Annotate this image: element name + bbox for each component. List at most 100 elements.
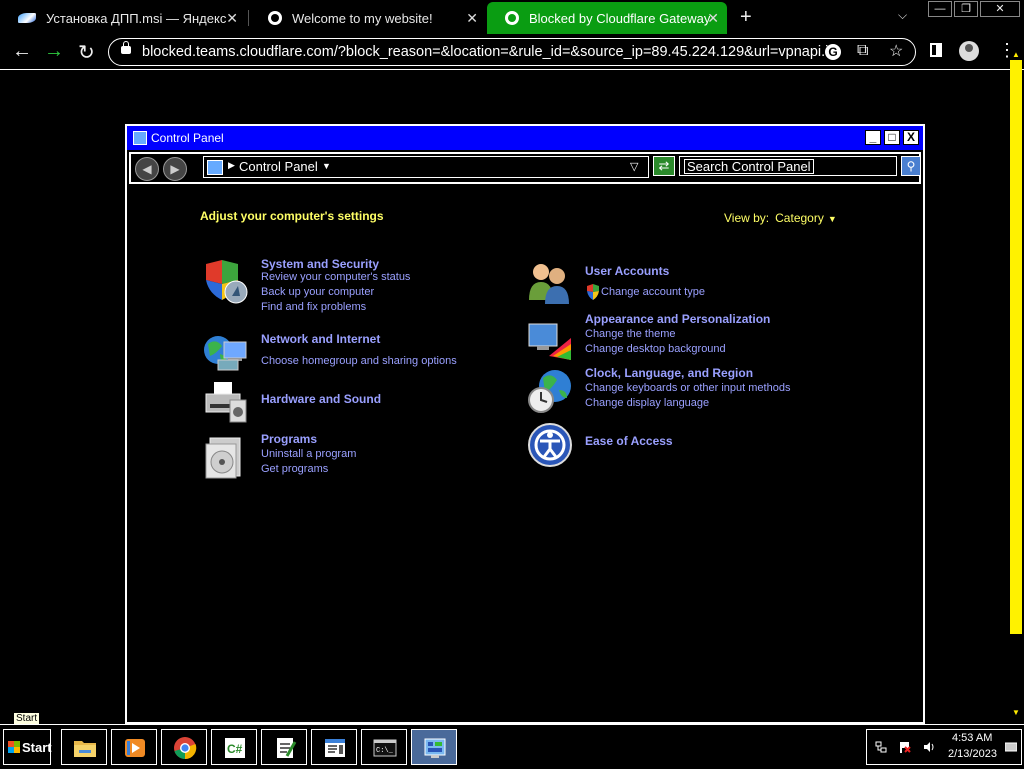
taskbar-notepad[interactable] bbox=[261, 729, 307, 765]
browser-toolbar: ← → ↻ blocked.teams.cloudflare.com/?bloc… bbox=[0, 34, 1024, 70]
scroll-down-arrow-icon[interactable]: ▼ bbox=[1012, 708, 1020, 717]
tab-search-chevron-icon[interactable]: ⌵ bbox=[898, 8, 907, 23]
link-get-programs[interactable]: Get programs bbox=[261, 463, 328, 475]
action-center-flag-icon[interactable] bbox=[899, 741, 911, 753]
link-change-theme[interactable]: Change the theme bbox=[585, 328, 676, 340]
google-icon[interactable]: G bbox=[825, 44, 841, 60]
taskbar-cmd[interactable]: C:\_ bbox=[361, 729, 407, 765]
programs-icon[interactable] bbox=[202, 434, 248, 480]
side-panel-icon[interactable] bbox=[930, 43, 942, 57]
cmd-icon: C:\_ bbox=[373, 739, 397, 757]
cp-maximize-button[interactable]: □ bbox=[884, 130, 900, 145]
category-hardware-and-sound[interactable]: Hardware and Sound bbox=[261, 392, 381, 406]
search-placeholder: Search Control Panel bbox=[684, 159, 814, 174]
yandex-disk-icon bbox=[18, 13, 36, 23]
profile-avatar-icon[interactable] bbox=[959, 41, 979, 61]
share-icon[interactable]: ⧉ bbox=[857, 42, 868, 60]
browser-tab-bar: Установка ДПП.msi — Яндекс.Д ✕ Welcome t… bbox=[0, 0, 1024, 34]
control-panel-navbar: ◀ ▶ ▶ Control Panel ▼ ▽ ⇄ Search Control… bbox=[129, 152, 921, 184]
link-change-desktop-background[interactable]: Change desktop background bbox=[585, 343, 726, 355]
breadcrumb[interactable]: ▶ Control Panel ▼ ▽ bbox=[203, 156, 649, 178]
restore-window-button[interactable]: ❐ bbox=[954, 1, 978, 17]
taskbar-chrome[interactable] bbox=[161, 729, 207, 765]
refresh-icon[interactable]: ⇄ bbox=[653, 156, 675, 176]
category-ease-of-access[interactable]: Ease of Access bbox=[585, 434, 673, 448]
reader-icon bbox=[325, 739, 345, 757]
network-icon[interactable] bbox=[875, 741, 887, 753]
search-input[interactable]: Search Control Panel bbox=[679, 156, 897, 176]
address-history-chevron-icon[interactable]: ▽ bbox=[630, 160, 638, 173]
search-icon[interactable]: ⚲ bbox=[901, 156, 921, 176]
clock-date[interactable]: 2/13/2023 bbox=[948, 748, 997, 760]
taskbar-csharp[interactable]: C# bbox=[211, 729, 257, 765]
category-appearance-personalization[interactable]: Appearance and Personalization bbox=[585, 312, 770, 326]
page-title: Adjust your computer's settings bbox=[200, 209, 384, 223]
monitor-palette-icon[interactable] bbox=[527, 320, 573, 366]
close-window-button[interactable]: ✕ bbox=[980, 1, 1020, 17]
breadcrumb-control-panel[interactable]: Control Panel bbox=[239, 159, 318, 174]
view-by-control[interactable]: View by: Category ▼ bbox=[724, 211, 837, 225]
forward-arrow-icon[interactable]: → bbox=[44, 40, 64, 63]
volume-icon[interactable] bbox=[923, 741, 935, 753]
category-user-accounts[interactable]: User Accounts bbox=[585, 264, 669, 278]
close-tab-icon[interactable]: ✕ bbox=[226, 10, 238, 27]
reload-icon[interactable]: ↻ bbox=[78, 40, 95, 65]
chevron-down-icon[interactable]: ▼ bbox=[828, 214, 837, 224]
close-tab-icon[interactable]: ✕ bbox=[466, 10, 478, 27]
control-panel-window: Control Panel _ □ X ◀ ▶ ▶ Control Panel … bbox=[125, 124, 925, 724]
clock-globe-icon[interactable] bbox=[527, 368, 573, 414]
shield-icon[interactable] bbox=[202, 258, 248, 304]
network-globe-icon[interactable] bbox=[202, 330, 248, 376]
tab-yandex-disk[interactable]: Установка ДПП.msi — Яндекс.Д ✕ bbox=[0, 2, 246, 34]
taskbar-file-explorer[interactable] bbox=[61, 729, 107, 765]
new-tab-button[interactable]: + bbox=[740, 6, 752, 29]
link-find-fix-problems[interactable]: Find and fix problems bbox=[261, 301, 366, 313]
link-homegroup-sharing[interactable]: Choose homegroup and sharing options bbox=[261, 355, 457, 367]
link-change-display-language[interactable]: Change display language bbox=[585, 397, 709, 409]
address-bar[interactable]: blocked.teams.cloudflare.com/?block_reas… bbox=[108, 38, 916, 66]
show-desktop-icon[interactable] bbox=[1005, 741, 1017, 753]
start-label: Start bbox=[22, 740, 52, 755]
link-change-keyboards[interactable]: Change keyboards or other input methods bbox=[585, 382, 790, 394]
page-scrollbar-thumb[interactable] bbox=[1010, 60, 1022, 634]
svg-text:C:\_: C:\_ bbox=[376, 747, 394, 755]
category-clock-language-region[interactable]: Clock, Language, and Region bbox=[585, 366, 753, 380]
category-system-and-security[interactable]: System and Security bbox=[261, 257, 379, 271]
clock-time[interactable]: 4:53 AM bbox=[952, 732, 992, 744]
window-title: Control Panel bbox=[151, 131, 224, 145]
category-programs[interactable]: Programs bbox=[261, 432, 317, 446]
start-button[interactable]: Start bbox=[3, 729, 52, 765]
back-arrow-icon[interactable]: ← bbox=[12, 40, 32, 63]
tab-blocked-cloudflare[interactable]: Blocked by Cloudflare Gateway ✕ bbox=[487, 2, 727, 34]
close-tab-icon[interactable]: ✕ bbox=[707, 10, 719, 27]
url-text[interactable]: blocked.teams.cloudflare.com/?block_reas… bbox=[142, 44, 836, 60]
link-back-up[interactable]: Back up your computer bbox=[261, 286, 374, 298]
back-arrow-icon[interactable]: ◀ bbox=[135, 157, 159, 181]
taskbar-media-player[interactable] bbox=[111, 729, 157, 765]
breadcrumb-arrow-icon[interactable]: ▶ bbox=[228, 160, 235, 171]
control-panel-title-bar[interactable]: Control Panel _ □ X bbox=[127, 126, 923, 150]
lock-icon[interactable] bbox=[121, 41, 131, 54]
link-review-status[interactable]: Review your computer's status bbox=[261, 271, 410, 283]
globe-icon bbox=[505, 11, 519, 25]
forward-arrow-icon[interactable]: ▶ bbox=[163, 157, 187, 181]
taskbar-reader[interactable] bbox=[311, 729, 357, 765]
scroll-up-arrow-icon[interactable]: ▲ bbox=[1012, 50, 1020, 59]
view-by-dropdown[interactable]: Category bbox=[775, 211, 824, 225]
bookmark-star-icon[interactable]: ☆ bbox=[889, 41, 903, 61]
media-player-icon bbox=[125, 739, 145, 757]
link-change-account-type[interactable]: Change account type bbox=[601, 286, 705, 298]
tab-welcome[interactable]: Welcome to my website! ✕ bbox=[250, 2, 486, 34]
category-network-and-internet[interactable]: Network and Internet bbox=[261, 332, 380, 346]
cp-minimize-button[interactable]: _ bbox=[865, 130, 881, 145]
printer-icon[interactable] bbox=[202, 380, 248, 426]
users-icon[interactable] bbox=[527, 260, 573, 306]
minimize-window-button[interactable]: — bbox=[928, 1, 952, 17]
ease-of-access-icon[interactable] bbox=[527, 422, 573, 468]
file-explorer-icon bbox=[74, 741, 96, 757]
cp-close-button[interactable]: X bbox=[903, 130, 919, 145]
uac-shield-icon bbox=[587, 284, 599, 300]
taskbar-control-panel[interactable] bbox=[411, 729, 457, 765]
breadcrumb-arrow-icon[interactable]: ▼ bbox=[322, 161, 331, 171]
link-uninstall-program[interactable]: Uninstall a program bbox=[261, 448, 356, 460]
